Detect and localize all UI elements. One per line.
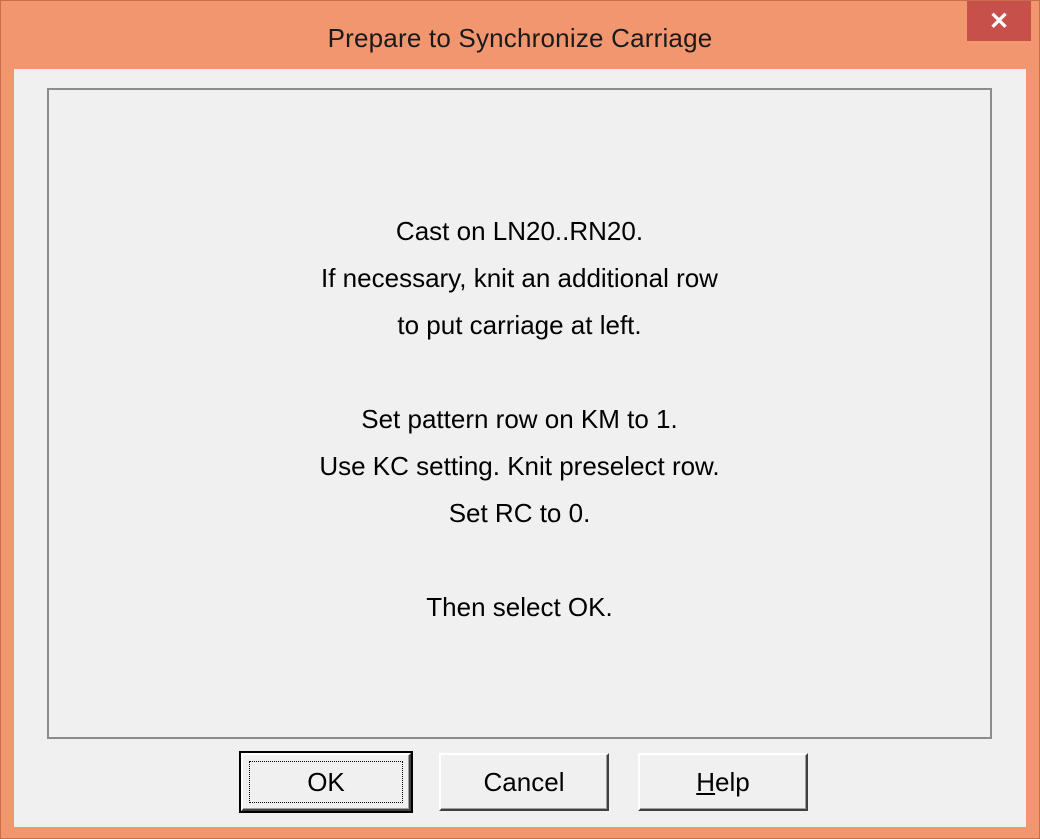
message-line: Set pattern row on KM to 1. bbox=[361, 404, 678, 434]
message-line: If necessary, knit an additional row bbox=[321, 263, 718, 293]
dialog-window: Prepare to Synchronize Carriage ✕ Cast o… bbox=[0, 0, 1040, 839]
cancel-button-label: Cancel bbox=[483, 766, 565, 797]
message-line: Then select OK. bbox=[426, 592, 613, 622]
message-line: Set RC to 0. bbox=[448, 498, 591, 528]
help-button-label: Help bbox=[696, 767, 749, 798]
message-line: Use KC setting. Knit preselect row. bbox=[319, 451, 720, 481]
message-panel: Cast on LN20..RN20. If necessary, knit a… bbox=[47, 88, 992, 739]
message-line: to put carriage at left. bbox=[397, 310, 642, 340]
focus-rectangle bbox=[249, 761, 403, 803]
dialog-client-area: Cast on LN20..RN20. If necessary, knit a… bbox=[14, 69, 1026, 827]
close-icon: ✕ bbox=[988, 7, 1010, 35]
ok-button[interactable]: OK bbox=[239, 751, 413, 813]
help-button[interactable]: Help bbox=[638, 753, 808, 811]
window-title: Prepare to Synchronize Carriage bbox=[327, 23, 713, 53]
button-row: OK Cancel Help bbox=[14, 751, 1026, 813]
instructions-text: Cast on LN20..RN20. If necessary, knit a… bbox=[49, 208, 990, 631]
help-label-rest: elp bbox=[715, 766, 750, 797]
message-line: Cast on LN20..RN20. bbox=[395, 216, 644, 246]
cancel-button[interactable]: Cancel bbox=[439, 753, 609, 811]
help-accelerator-key: H bbox=[696, 766, 716, 797]
close-button[interactable]: ✕ bbox=[967, 1, 1031, 41]
